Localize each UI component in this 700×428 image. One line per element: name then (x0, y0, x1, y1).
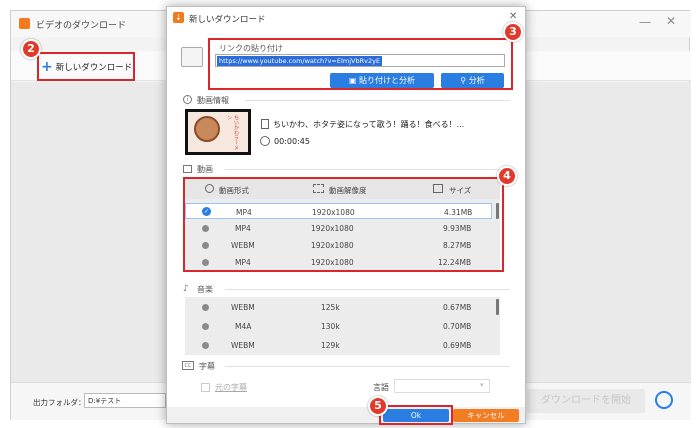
music-note-icon: ♪ (183, 284, 189, 294)
radio-icon (202, 342, 209, 349)
audio-row-1[interactable]: WEBM 125k 0.67MB (185, 298, 492, 316)
close-icon[interactable]: ✕ (666, 14, 676, 28)
video-section-icon (183, 165, 192, 173)
radio-icon (202, 323, 209, 330)
row-format: WEBM (231, 303, 255, 312)
step-badge-4: 4 (497, 166, 517, 186)
divider (225, 289, 510, 290)
dialog-title: 新しいダウンロード (189, 15, 266, 25)
step-badge-3: 3 (503, 22, 523, 42)
chevron-down-icon: ▾ (480, 381, 484, 389)
highlight-video-table (183, 177, 504, 272)
info-icon: i (183, 95, 192, 104)
output-folder-label: 出力フォルダ： (33, 398, 86, 407)
step-badge-2: 2 (21, 39, 41, 59)
row-bitrate: 129k (321, 341, 340, 350)
video-title: ちいかわ、ホタテ姿になって歌う！踊る！食べる！... (273, 120, 465, 129)
row-size: 0.67MB (443, 303, 472, 312)
highlight-url-section (208, 38, 513, 90)
step-badge-5: 5 (368, 396, 388, 416)
audio-row-3[interactable]: WEBM 129k 0.69MB (185, 336, 492, 354)
download-logo-icon: ↓ (173, 12, 184, 23)
thumbnail-text: ちいかわラーメン (226, 115, 239, 150)
video-section-label: 動画 (197, 165, 213, 174)
alarm-clock-icon[interactable] (655, 391, 673, 409)
row-format: WEBM (231, 341, 255, 350)
clipboard-url-icon (181, 47, 203, 67)
divider (225, 169, 510, 170)
row-size: 0.70MB (443, 322, 472, 331)
subtitle-section-label: 字幕 (199, 362, 215, 371)
original-subtitle-checkbox[interactable] (201, 383, 210, 392)
language-label: 言語 (373, 383, 389, 392)
divider (245, 100, 510, 101)
row-bitrate: 125k (321, 303, 340, 312)
highlight-ok-button (379, 405, 453, 425)
audio-section-label: 音楽 (197, 285, 213, 294)
start-download-button[interactable]: ダウンロードを開始 (527, 389, 645, 413)
divider (225, 366, 510, 367)
highlight-new-download (37, 52, 135, 81)
row-size: 0.69MB (443, 341, 472, 350)
app-logo-icon (19, 18, 30, 29)
audio-scrollbar[interactable] (496, 299, 499, 315)
dialog-title-bar: ↓ 新しいダウンロード ✕ (167, 7, 525, 29)
row-format: M4A (235, 322, 252, 331)
video-info-label: 動画情報 (197, 96, 229, 105)
audio-format-table: WEBM 125k 0.67MB M4A 130k 0.70MB WEBM 12… (185, 297, 500, 355)
clock-icon (260, 136, 270, 146)
file-icon (261, 119, 269, 129)
audio-row-2[interactable]: M4A 130k 0.70MB (185, 317, 492, 335)
caption-icon: CC (182, 361, 194, 370)
minimize-icon[interactable]: — (639, 15, 651, 29)
video-thumbnail: ちいかわラーメン (185, 109, 251, 155)
video-duration: 00:00:45 (274, 137, 310, 146)
dialog-close-icon[interactable]: ✕ (509, 11, 517, 22)
main-window-title: ビデオのダウンロード (36, 21, 127, 31)
output-folder-field[interactable]: D:¥テスト (84, 393, 166, 408)
row-bitrate: 130k (321, 322, 340, 331)
radio-icon (202, 304, 209, 311)
original-subtitle-label: 元の字幕 (215, 383, 247, 392)
language-select[interactable]: ▾ (394, 379, 490, 393)
cancel-button[interactable]: キャンセル (453, 409, 519, 422)
